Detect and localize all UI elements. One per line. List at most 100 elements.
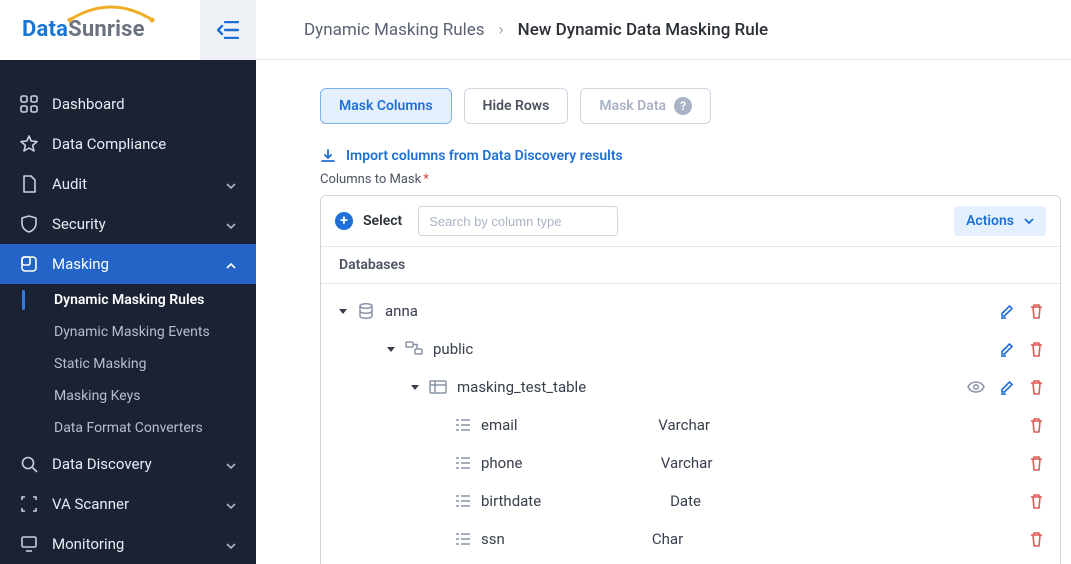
- database-name: anna: [385, 302, 418, 320]
- trash-icon[interactable]: [1029, 455, 1044, 471]
- column-icon: [455, 418, 471, 432]
- row-column[interactable]: phone Varchar: [321, 444, 1060, 482]
- column-icon: [455, 532, 471, 546]
- chevron-up-icon: [226, 255, 236, 273]
- column-name: phone: [481, 454, 522, 472]
- breadcrumb: Dynamic Masking Rules › New Dynamic Data…: [256, 20, 768, 40]
- chevron-down-icon: [226, 535, 236, 553]
- subnav-masking-keys[interactable]: Masking Keys: [0, 380, 256, 412]
- sidebar-item-label: Masking: [52, 255, 109, 273]
- subnav-label: Masking Keys: [54, 388, 140, 404]
- scan-icon: [20, 495, 38, 513]
- sidebar-item-data-discovery[interactable]: Data Discovery: [0, 444, 256, 484]
- caret-icon: [411, 385, 419, 390]
- import-columns-link[interactable]: Import columns from Data Discovery resul…: [320, 148, 1061, 164]
- trash-icon[interactable]: [1029, 303, 1044, 319]
- table-name: masking_test_table: [457, 378, 586, 396]
- chevron-down-icon: [226, 215, 236, 233]
- chevron-down-icon: [226, 175, 236, 193]
- row-database[interactable]: anna: [321, 292, 1060, 330]
- subnav-static-masking[interactable]: Static Masking: [0, 348, 256, 380]
- sidebar-item-data-compliance[interactable]: Data Compliance: [0, 124, 256, 164]
- tab-hide-rows[interactable]: Hide Rows: [464, 88, 569, 124]
- subnav-label: Static Masking: [54, 356, 146, 372]
- edit-icon[interactable]: [999, 341, 1015, 357]
- import-icon: [320, 148, 336, 164]
- brand-logo[interactable]: DataSunrise: [0, 0, 200, 60]
- search-icon: [20, 455, 38, 473]
- sidebar-item-label: VA Scanner: [52, 495, 129, 513]
- caret-icon: [339, 309, 347, 314]
- page-icon: [20, 175, 38, 193]
- sunrise-swoosh-icon: [66, 5, 156, 23]
- sidebar-item-label: Dashboard: [52, 95, 125, 113]
- schema-name: public: [433, 340, 473, 358]
- collapse-icon: [217, 21, 239, 39]
- subnav-dynamic-masking-events[interactable]: Dynamic Masking Events: [0, 316, 256, 348]
- database-icon: [357, 302, 375, 320]
- eye-icon[interactable]: [967, 381, 985, 393]
- sidebar-collapse-button[interactable]: [200, 0, 256, 60]
- edit-icon[interactable]: [999, 303, 1015, 319]
- sidebar-item-va-scanner[interactable]: VA Scanner: [0, 484, 256, 524]
- column-icon: [455, 456, 471, 470]
- sidebar-item-label: Data Discovery: [52, 455, 152, 473]
- tab-mask-data[interactable]: Mask Data ?: [580, 88, 711, 124]
- sidebar-item-monitoring[interactable]: Monitoring: [0, 524, 256, 564]
- shield-icon: [20, 215, 38, 233]
- brand-text-1: Data: [22, 17, 68, 42]
- sidebar-item-label: Security: [52, 215, 106, 233]
- sidebar-item-label: Data Compliance: [52, 135, 166, 153]
- monitor-icon: [20, 535, 38, 553]
- tab-label: Mask Columns: [339, 98, 433, 114]
- column-icon: [455, 494, 471, 508]
- mask-icon: [20, 255, 38, 273]
- import-text: Import columns from Data Discovery resul…: [346, 148, 623, 164]
- row-column[interactable]: email Varchar: [321, 406, 1060, 444]
- sidebar-item-security[interactable]: Security: [0, 204, 256, 244]
- sidebar-item-dashboard[interactable]: Dashboard: [0, 84, 256, 124]
- subnav-data-format-converters[interactable]: Data Format Converters: [0, 412, 256, 444]
- sidebar-item-audit[interactable]: Audit: [0, 164, 256, 204]
- star-icon: [20, 135, 38, 153]
- actions-menu[interactable]: Actions: [954, 206, 1046, 236]
- tab-label: Hide Rows: [483, 98, 550, 114]
- trash-icon[interactable]: [1029, 417, 1044, 433]
- trash-icon[interactable]: [1029, 379, 1044, 395]
- column-name: ssn: [481, 530, 505, 548]
- tab-label: Mask Data: [599, 98, 666, 114]
- column-name: birthdate: [481, 492, 541, 510]
- sidebar-item-masking[interactable]: Masking: [0, 244, 256, 284]
- actions-label: Actions: [966, 213, 1014, 229]
- column-type: Char: [652, 530, 882, 548]
- select-label[interactable]: Select: [363, 213, 402, 229]
- chevron-down-icon: [226, 455, 236, 473]
- sidebar-item-label: Audit: [52, 175, 87, 193]
- subnav-label: Dynamic Masking Rules: [54, 292, 204, 308]
- sidebar: Dashboard Data Compliance Audit Security: [0, 60, 256, 564]
- columns-panel: + Select Actions Databases: [320, 195, 1061, 564]
- row-column[interactable]: birthdate Date: [321, 482, 1060, 520]
- row-column[interactable]: ssn Char: [321, 520, 1060, 558]
- row-schema[interactable]: public: [321, 330, 1060, 368]
- help-icon[interactable]: ?: [674, 97, 692, 115]
- breadcrumb-parent[interactable]: Dynamic Masking Rules: [304, 20, 485, 40]
- trash-icon[interactable]: [1029, 493, 1044, 509]
- trash-icon[interactable]: [1029, 341, 1044, 357]
- edit-icon[interactable]: [999, 379, 1015, 395]
- column-type: Date: [670, 492, 900, 510]
- breadcrumb-current: New Dynamic Data Masking Rule: [518, 20, 769, 40]
- row-table[interactable]: masking_test_table: [321, 368, 1060, 406]
- grid-icon: [20, 95, 38, 113]
- search-input[interactable]: [418, 206, 618, 236]
- schema-icon: [405, 341, 423, 357]
- table-icon: [429, 380, 447, 394]
- add-column-button[interactable]: +: [335, 212, 353, 230]
- trash-icon[interactable]: [1029, 531, 1044, 547]
- subnav-dynamic-masking-rules[interactable]: Dynamic Masking Rules: [0, 284, 256, 316]
- caret-icon: [387, 347, 395, 352]
- chevron-down-icon: [1024, 218, 1034, 224]
- column-name: email: [481, 416, 518, 434]
- tab-mask-columns[interactable]: Mask Columns: [320, 88, 452, 124]
- subnav-label: Data Format Converters: [54, 420, 203, 436]
